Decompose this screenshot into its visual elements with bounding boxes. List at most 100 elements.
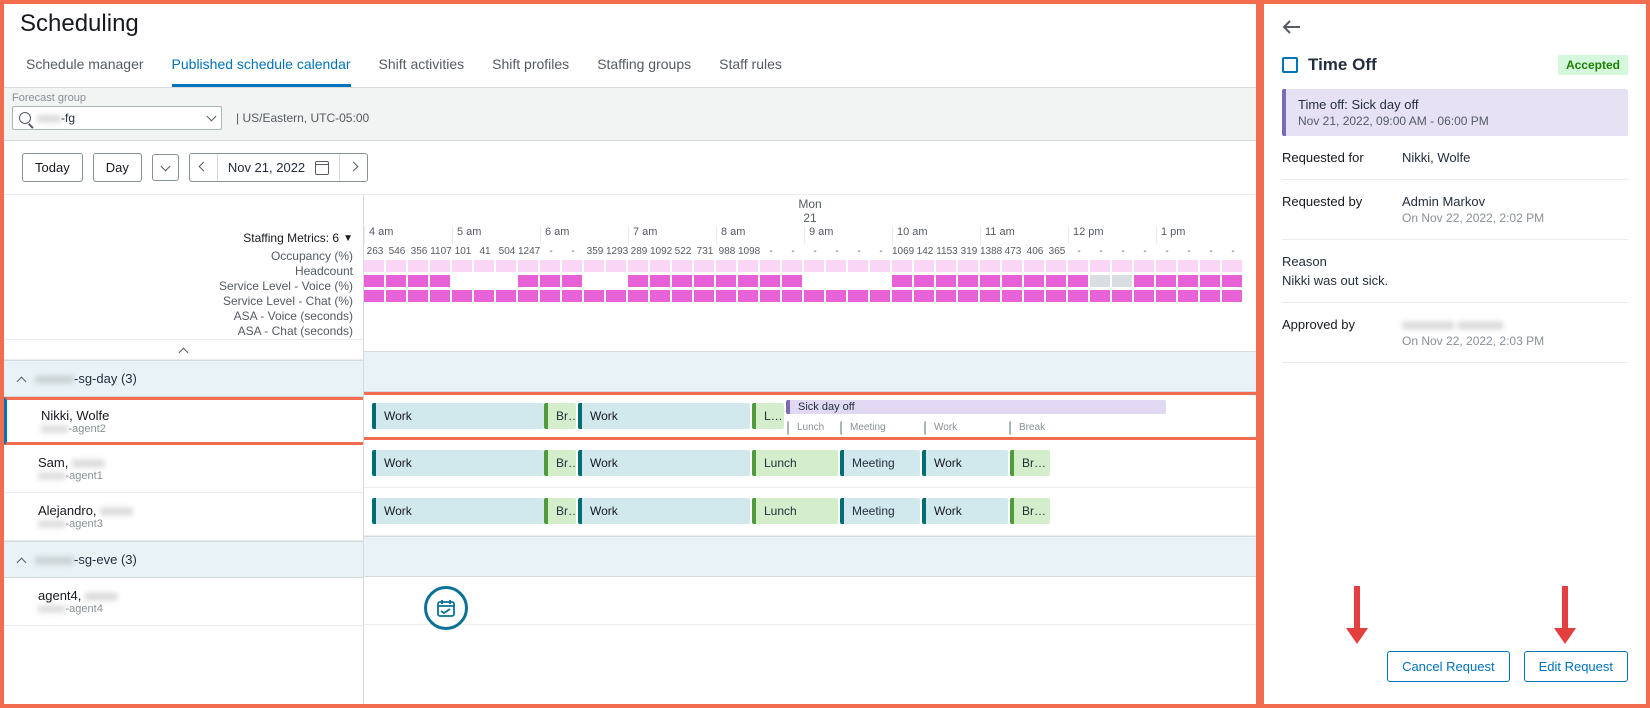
shift-block-work[interactable]: Work [922,450,1008,476]
chevron-up-icon [18,371,25,386]
shift-block-work[interactable]: Work [372,403,544,429]
time-off-block[interactable]: Sick day off [786,400,1166,414]
requested-by-label: Requested by [1282,194,1402,225]
metric-label: Service Level - Chat (%) [4,294,353,309]
date-picker[interactable]: Nov 21, 2022 [189,153,368,182]
occupancy-value: - [1068,244,1090,259]
tab-staffing-groups[interactable]: Staffing groups [597,46,691,87]
back-button[interactable] [1282,14,1628,51]
staffing-group-row[interactable]: xxxxxx-sg-day (3) [4,360,363,397]
chevron-down-icon [162,160,169,175]
occupancy-value: 473 [1002,244,1024,259]
today-button[interactable]: Today [22,153,83,182]
forecast-group-select[interactable]: xxxx-fg [12,106,222,130]
gantt-row [364,577,1256,625]
shift-block-lunch[interactable]: Lunch [752,498,838,524]
shift-block-break[interactable]: Br… [1010,498,1050,524]
calendar-x-icon [1282,57,1298,73]
shift-block-meeting[interactable]: Meeting [840,450,920,476]
occupancy-value: 365 [1046,244,1068,259]
gantt-row: WorkBr…WorkLunchMeetingWorkBr… [364,440,1256,488]
panel-title: Time Off [1308,55,1377,75]
occupancy-value: - [562,244,584,259]
day-of-week: Mon [364,197,1256,211]
calendar-icon [315,161,329,175]
shift-block-work[interactable]: Work [578,450,750,476]
approved-by-value: xxxxxxxx xxxxxxx [1402,317,1628,332]
occupancy-value: - [1178,244,1200,259]
forecast-group-label: Forecast group [12,92,1248,104]
tab-shift-profiles[interactable]: Shift profiles [492,46,569,87]
shift-block-break[interactable]: Br… [544,498,576,524]
reason-label: Reason [1282,254,1628,269]
occupancy-value: 319 [958,244,980,259]
occupancy-value: - [1090,244,1112,259]
shift-block-work[interactable]: Work [578,498,750,524]
chevron-right-icon [350,160,357,175]
metric-label: Service Level - Voice (%) [4,279,353,294]
collapse-metrics[interactable] [4,339,363,360]
hour-label: 1 pm [1156,226,1244,244]
shift-block-break[interactable]: Br… [544,403,576,429]
prev-day-button[interactable] [190,154,217,181]
next-day-button[interactable] [340,154,367,181]
shift-block-work[interactable]: Work [578,403,750,429]
shift-block-meeting[interactable]: Meeting [840,498,920,524]
chevron-left-icon [200,160,207,175]
page-title: Scheduling [4,4,1256,46]
shift-block-work[interactable]: Work [372,498,544,524]
occupancy-value: - [1222,244,1244,259]
shift-block-break[interactable]: Br… [544,450,576,476]
occupancy-value: 1069 [892,244,914,259]
shift-block-work[interactable]: Work [922,498,1008,524]
occupancy-value: 1107 [430,244,452,259]
hour-label: 10 am [892,226,980,244]
occupancy-value: - [1134,244,1156,259]
shift-block-lunch[interactable]: L… [752,403,784,429]
ghost-block: Meeting [840,421,920,435]
occupancy-value: 41 [474,244,496,259]
view-chevron[interactable] [152,154,179,181]
approved-by-label: Approved by [1282,317,1402,348]
requested-for-label: Requested for [1282,150,1402,165]
tab-published-schedule-calendar[interactable]: Published schedule calendar [172,46,351,87]
filter-bar: Forecast group xxxx-fg | US/Eastern, UTC… [4,88,1256,141]
annotation-arrow [1346,586,1368,646]
tab-shift-activities[interactable]: Shift activities [379,46,465,87]
occupancy-value: - [540,244,562,259]
hour-label: 11 am [980,226,1068,244]
occupancy-value: - [804,244,826,259]
staffing-group-row-gantt [364,536,1256,577]
metric-label: ASA - Voice (seconds) [4,309,353,324]
occupancy-value: 522 [672,244,694,259]
occupancy-value: - [826,244,848,259]
shift-block-work[interactable]: Work [372,450,544,476]
occupancy-value: 1092 [650,244,672,259]
occupancy-value: 356 [408,244,430,259]
shift-block-break[interactable]: Br… [1010,450,1050,476]
floating-calendar-button[interactable] [424,586,468,630]
ghost-block: Lunch [787,421,835,435]
current-date: Nov 21, 2022 [228,160,305,175]
occupancy-value: - [782,244,804,259]
agent-row[interactable]: Nikki, Wolfexxxxx-agent2 [4,397,363,445]
agent-row[interactable]: Sam, xxxxxxxxxx-agent1 [4,445,363,493]
agent-row[interactable]: agent4, xxxxxxxxxx-agent4 [4,578,363,626]
timezone-label: | US/Eastern, UTC-05:00 [236,111,369,125]
agent-row[interactable]: Alejandro, xxxxxxxxxx-agent3 [4,493,363,541]
time-off-summary: Time off: Sick day off Nov 21, 2022, 09:… [1282,89,1628,136]
view-select[interactable]: Day [93,153,142,182]
occupancy-value: 1388 [980,244,1002,259]
staffing-group-row[interactable]: xxxxxx-sg-eve (3) [4,541,363,578]
occupancy-value: 359 [584,244,606,259]
edit-request-button[interactable]: Edit Request [1524,651,1628,682]
occupancy-value: 546 [386,244,408,259]
chevron-up-icon [18,552,25,567]
occupancy-value: 504 [496,244,518,259]
requested-by-when: On Nov 22, 2022, 2:02 PM [1402,211,1628,225]
tab-staff-rules[interactable]: Staff rules [719,46,782,87]
staffing-metrics-toggle[interactable]: Staffing Metrics: 6 ▼ [4,231,363,249]
shift-block-lunch[interactable]: Lunch [752,450,838,476]
cancel-request-button[interactable]: Cancel Request [1387,651,1510,682]
tab-schedule-manager[interactable]: Schedule manager [26,46,144,87]
